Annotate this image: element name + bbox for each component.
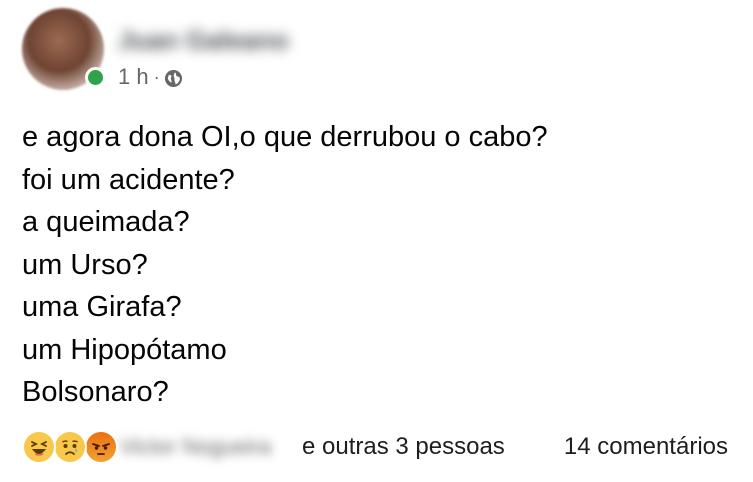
haha-reaction-icon <box>22 430 56 464</box>
angry-reaction-icon <box>84 430 118 464</box>
online-status-indicator <box>85 67 106 88</box>
post-text-line: uma Girafa? <box>22 291 182 323</box>
post-text-line: e agora dona OI,o que derrubou o cabo? <box>22 121 548 153</box>
post-footer: Victor Nogueira e outras 3 pessoas 14 co… <box>22 424 742 470</box>
post-text-line: um Urso? <box>22 248 148 281</box>
author-name[interactable]: Juan Galeano <box>118 20 310 60</box>
post-text-line: a queimada? <box>22 206 190 238</box>
post-timestamp[interactable]: 1 h <box>118 64 149 90</box>
post-header: Juan Galeano 1 h · <box>22 8 722 92</box>
post-text-line: Bolsonaro? <box>22 376 169 408</box>
sad-reaction-icon <box>53 430 87 464</box>
post-text-line: um Hipopótamo <box>22 333 227 366</box>
post-text-line: foi um acidente? <box>22 163 235 196</box>
globe-icon[interactable] <box>164 68 183 87</box>
reactor-name[interactable]: Victor Nogueira <box>120 432 298 462</box>
post-meta: 1 h · <box>118 62 183 92</box>
post-text: e agora dona OI,o que derrubou o cabo? f… <box>22 116 722 414</box>
meta-separator: · <box>153 66 160 87</box>
reactions-summary[interactable] <box>22 430 118 464</box>
comments-count[interactable]: 14 comentários <box>564 433 728 461</box>
reactions-others-count[interactable]: e outras 3 pessoas <box>302 433 505 461</box>
